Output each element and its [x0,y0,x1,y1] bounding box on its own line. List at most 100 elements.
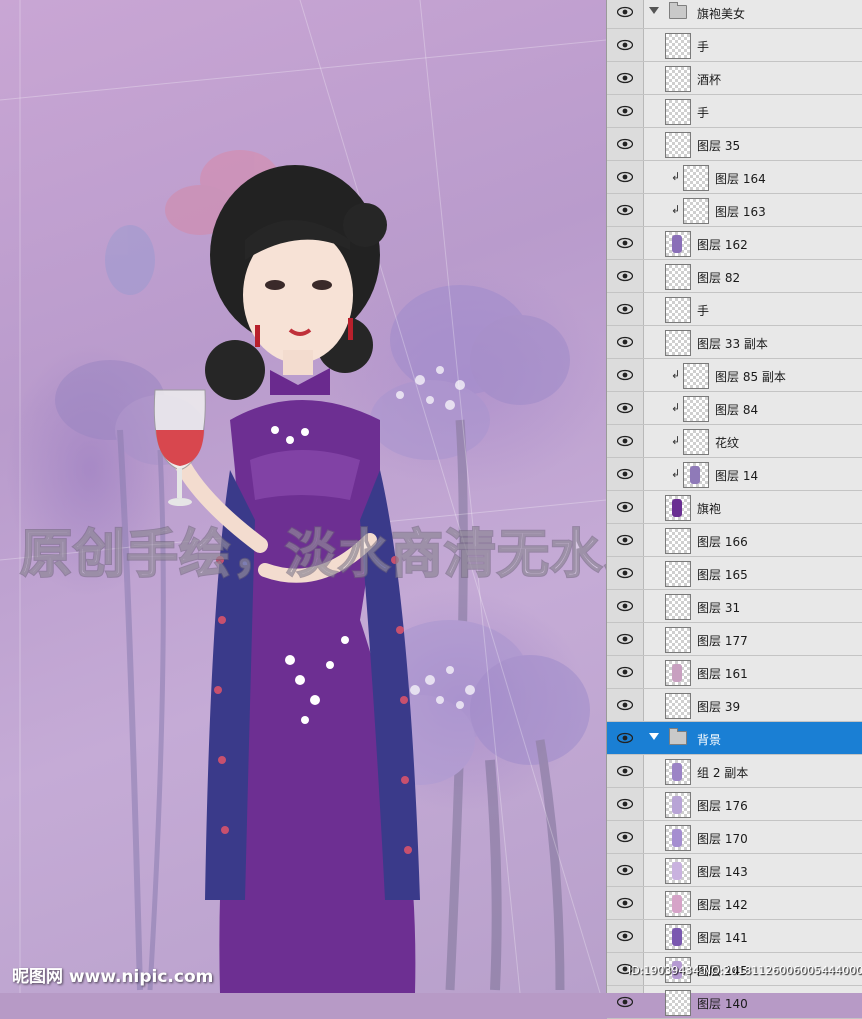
layer-row[interactable]: 酒杯 [607,62,862,95]
disclosure-triangle-icon[interactable] [649,733,659,740]
layer-row[interactable]: 图层 170 [607,821,862,854]
layer-row[interactable]: 图层 161 [607,656,862,689]
layer-row[interactable]: 图层 143 [607,854,862,887]
eye-icon[interactable] [617,534,633,546]
eye-icon[interactable] [617,204,633,216]
eye-icon[interactable] [617,171,633,183]
image-id-watermark: ID:19039434 NO:20181126006005444000 [628,964,862,977]
eye-icon[interactable] [617,699,633,711]
layer-thumbnail [665,495,691,521]
layer-thumbnail [683,363,709,389]
eye-icon[interactable] [617,567,633,579]
eye-icon[interactable] [617,831,633,843]
layers-panel: 旗袍美女手酒杯手图层 35 ↲ 图层 164 ↲ 图层 163 图层 162 图层 82 手图… [606,0,862,1019]
eye-icon[interactable] [617,501,633,513]
layer-thumbnail [665,297,691,323]
eye-icon[interactable] [617,105,633,117]
eye-icon[interactable] [617,402,633,414]
eye-icon[interactable] [617,798,633,810]
layer-thumbnail [665,231,691,257]
document-canvas[interactable]: 原创手绘，淡水商清无水印，请放心下载。 昵图网 www.nipic.com [0,0,606,993]
eye-icon[interactable] [617,633,633,645]
layer-name: 图层 161 [697,667,748,681]
eye-icon[interactable] [617,666,633,678]
layer-row[interactable]: ↲ 图层 164 [607,161,862,194]
eye-icon[interactable] [617,303,633,315]
eye-icon[interactable] [617,72,633,84]
layer-row[interactable]: 图层 142 [607,887,862,920]
layer-thumbnail [683,165,709,191]
disclosure-triangle-icon[interactable] [649,7,659,14]
layer-row[interactable]: ↲ 图层 163 [607,194,862,227]
eye-icon[interactable] [617,864,633,876]
site-watermark: 昵图网 www.nipic.com [12,967,214,987]
eye-icon[interactable] [617,732,633,744]
layer-name: 图层 140 [697,997,748,1011]
layer-name: 图层 141 [697,931,748,945]
layer-row[interactable]: ↲ 花纹 [607,425,862,458]
layer-row[interactable]: 图层 140 [607,986,862,1019]
layer-group-row[interactable]: 旗袍美女 [607,0,862,29]
layer-name: 图层 166 [697,535,748,549]
layer-name: 图层 35 [697,139,741,153]
layer-thumbnail [665,99,691,125]
layer-thumbnail [665,330,691,356]
layer-row[interactable]: 图层 176 [607,788,862,821]
layer-thumbnail [665,66,691,92]
layer-row[interactable]: 图层 33 副本 [607,326,862,359]
eye-icon[interactable] [617,897,633,909]
eye-icon[interactable] [617,336,633,348]
eye-icon[interactable] [617,468,633,480]
layer-name: 图层 84 [715,403,759,417]
layer-name: 图层 176 [697,799,748,813]
layer-row[interactable]: 图层 162 [607,227,862,260]
eye-icon[interactable] [617,39,633,51]
layer-name: 图层 85 副本 [715,370,786,384]
layer-row[interactable]: 图层 177 [607,623,862,656]
layer-name: 图层 14 [715,469,759,483]
eye-icon[interactable] [617,435,633,447]
layer-thumbnail [665,660,691,686]
layer-row[interactable]: 手 [607,95,862,128]
eye-icon[interactable] [617,6,633,18]
layer-row[interactable]: 图层 165 [607,557,862,590]
layer-row[interactable]: ↲ 图层 85 副本 [607,359,862,392]
layer-name: 图层 164 [715,172,766,186]
layer-name: 旗袍 [697,502,722,516]
eye-icon[interactable] [617,765,633,777]
layer-row[interactable]: 图层 31 [607,590,862,623]
layer-name: 图层 143 [697,865,748,879]
folder-icon [669,2,687,19]
layer-row[interactable]: 图层 166 [607,524,862,557]
eye-icon[interactable] [617,369,633,381]
layer-row[interactable]: 图层 82 [607,260,862,293]
layer-name: 图层 170 [697,832,748,846]
layer-row[interactable]: 旗袍 [607,491,862,524]
layer-name: 手 [697,40,710,54]
layer-row[interactable]: 图层 141 [607,920,862,953]
layer-group-row[interactable]: 背景 [607,722,862,755]
artwork-illustration [0,0,606,993]
layer-name: 图层 33 副本 [697,337,768,351]
layer-thumbnail [665,264,691,290]
eye-icon[interactable] [617,237,633,249]
layer-thumbnail [683,198,709,224]
layer-thumbnail [665,33,691,59]
eye-icon[interactable] [617,138,633,150]
layer-row[interactable]: 图层 39 [607,689,862,722]
layer-row[interactable]: 图层 35 [607,128,862,161]
layer-row[interactable]: 手 [607,293,862,326]
layer-thumbnail [665,627,691,653]
eye-icon[interactable] [617,996,633,1008]
layer-thumbnail [665,528,691,554]
eye-icon[interactable] [617,270,633,282]
layer-thumbnail [665,858,691,884]
layer-row[interactable]: ↲ 图层 14 [607,458,862,491]
eye-icon[interactable] [617,600,633,612]
layer-row[interactable]: ↲ 图层 84 [607,392,862,425]
clipping-mask-icon: ↲ [671,401,681,414]
layer-row[interactable]: 手 [607,29,862,62]
eye-icon[interactable] [617,930,633,942]
layer-name: 图层 39 [697,700,741,714]
layer-row[interactable]: 组 2 副本 [607,755,862,788]
